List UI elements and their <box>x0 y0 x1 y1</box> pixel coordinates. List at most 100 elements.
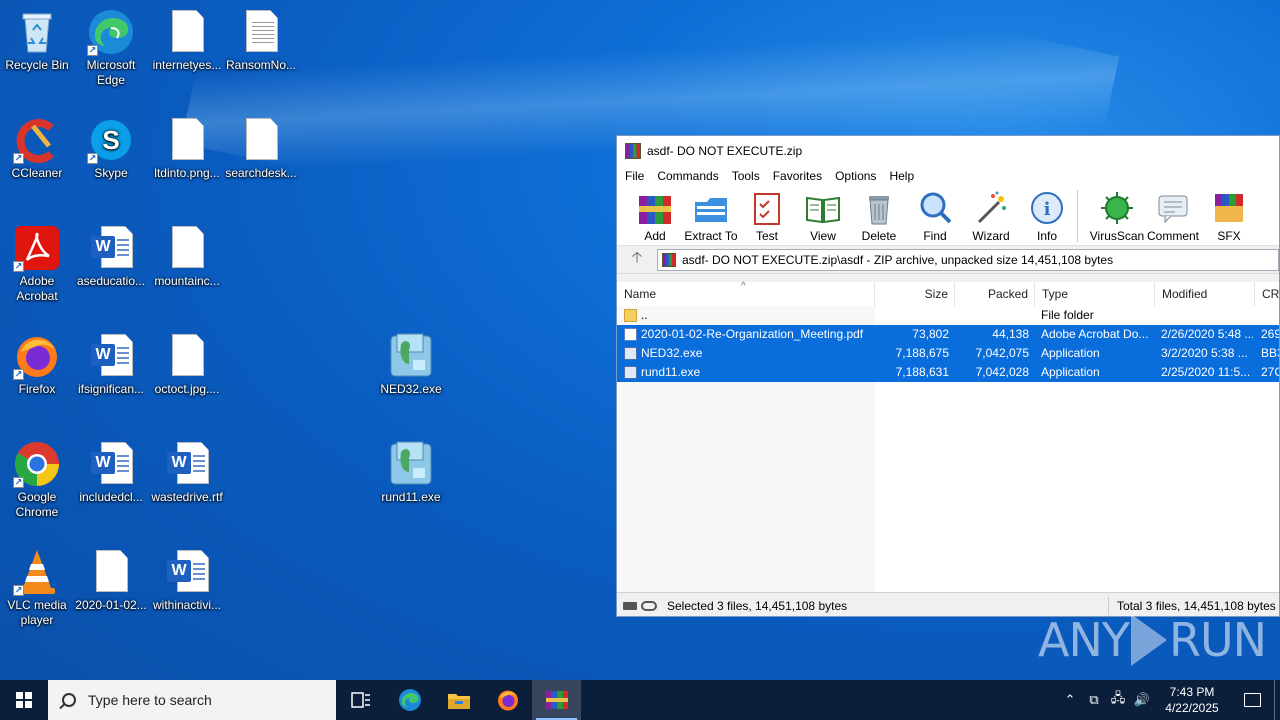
table-row[interactable]: 2020-01-02-Re-Organization_Meeting.pdf 7… <box>617 325 1279 344</box>
desktop-icon-internetyes[interactable]: internetyes... <box>150 8 224 73</box>
taskbar-file-explorer-button[interactable] <box>434 680 483 720</box>
show-hidden-icons-chevron-icon[interactable]: ⌃ <box>1058 692 1082 708</box>
desktop-icon-searchdesk[interactable]: searchdesk... <box>224 116 298 181</box>
application-exe-icon <box>387 440 435 488</box>
action-center-button[interactable] <box>1230 693 1274 707</box>
row-type: Adobe Acrobat Do... <box>1041 327 1149 341</box>
column-header-packed[interactable]: Packed <box>955 282 1035 306</box>
show-desktop-button[interactable] <box>1274 680 1280 720</box>
find-button[interactable]: Find <box>907 190 963 243</box>
blank-document-icon <box>163 332 211 380</box>
taskbar-search-box[interactable]: Type here to search <box>48 680 336 720</box>
search-placeholder: Type here to search <box>88 692 212 708</box>
taskbar-firefox-button[interactable] <box>483 680 532 720</box>
row-name: rund11.exe <box>641 365 701 379</box>
desktop-icon-includedcl[interactable]: W includedcl... <box>74 440 148 505</box>
desktop-icon-google-chrome[interactable]: ↗ Google Chrome <box>0 440 74 520</box>
meet-now-icon[interactable]: ⧉ <box>1082 692 1106 708</box>
menu-commands[interactable]: Commands <box>657 169 718 183</box>
start-button[interactable] <box>0 680 48 720</box>
desktop-icon-label: rund11.exe <box>381 490 441 504</box>
network-icon[interactable]: 🖧 <box>1106 689 1130 711</box>
folder-icon <box>447 694 470 709</box>
desktop-icon-label: CCleaner <box>11 166 63 180</box>
task-view-button[interactable] <box>336 680 385 720</box>
shortcut-arrow-icon: ↗ <box>13 477 24 488</box>
desktop-icon-mountainc[interactable]: mountainc... <box>150 224 224 289</box>
test-button[interactable]: Test <box>739 190 795 243</box>
menu-help[interactable]: Help <box>889 169 914 183</box>
shortcut-arrow-icon: ↗ <box>87 45 98 56</box>
desktop-icon-rund11[interactable]: rund11.exe <box>374 440 448 505</box>
address-path-field[interactable]: asdf- DO NOT EXECUTE.zip\asdf - ZIP arch… <box>657 248 1279 271</box>
virusscan-button[interactable]: VirusScan <box>1089 190 1145 243</box>
desktop-icon-ltdinto[interactable]: ltdinto.png... <box>150 116 224 181</box>
table-row-parent-folder[interactable]: .. File folder <box>617 306 1279 325</box>
delete-button[interactable]: Delete <box>851 190 907 243</box>
desktop-icon-label: octoct.jpg.... <box>154 382 220 396</box>
password-key-icon[interactable] <box>641 600 657 611</box>
column-header-modified[interactable]: Modified <box>1155 282 1255 306</box>
desktop-icon-wastedrive[interactable]: W wastedrive.rtf <box>150 440 224 505</box>
menu-tools[interactable]: Tools <box>732 169 760 183</box>
notifications-icon <box>1243 693 1261 707</box>
view-button[interactable]: View <box>795 190 851 243</box>
extract-to-button[interactable]: Extract To <box>683 190 739 243</box>
desktop-icon-octoct[interactable]: octoct.jpg.... <box>150 332 224 397</box>
menu-options[interactable]: Options <box>835 169 876 183</box>
desktop-icon-ned32[interactable]: NED32.exe <box>374 332 448 397</box>
taskbar-edge-button[interactable] <box>385 680 434 720</box>
toolbar: Add Extract To Test View Delete Find Wiz… <box>617 186 1279 246</box>
table-row[interactable]: rund11.exe 7,188,631 7,042,028 Applicati… <box>617 363 1279 382</box>
table-row[interactable]: NED32.exe 7,188,675 7,042,075 Applicatio… <box>617 344 1279 363</box>
menu-file[interactable]: File <box>625 169 644 183</box>
desktop-icon-firefox[interactable]: ↗ Firefox <box>0 332 74 397</box>
desktop-icon-label: Firefox <box>18 382 56 396</box>
desktop-icon-vlc[interactable]: ↗ VLC media player <box>0 548 74 628</box>
sfx-button[interactable]: SFX <box>1201 190 1257 243</box>
comment-button[interactable]: Comment <box>1145 190 1201 243</box>
row-name: 2020-01-02-Re-Organization_Meeting.pdf <box>641 327 864 341</box>
desktop-icon-recycle-bin[interactable]: Recycle Bin <box>0 8 74 73</box>
taskbar-clock[interactable]: 7:43 PM 4/22/2025 <box>1154 684 1230 716</box>
add-label: Add <box>644 229 666 243</box>
desktop-icon-label: internetyes... <box>152 58 222 72</box>
row-packed: 7,042,028 <box>975 365 1029 379</box>
desktop-icon-microsoft-edge[interactable]: ↗ Microsoft Edge <box>74 8 148 88</box>
add-button[interactable]: Add <box>627 190 683 243</box>
menu-bar: File Commands Tools Favorites Options He… <box>617 165 1279 186</box>
blank-document-icon <box>237 116 285 164</box>
row-modified: 2/26/2020 5:48 ... <box>1161 327 1253 341</box>
up-one-level-icon[interactable]: 🡡 <box>617 247 657 272</box>
desktop-icon-withinactivi[interactable]: W withinactivi... <box>150 548 224 613</box>
desktop-icon-label: Recycle Bin <box>5 58 69 72</box>
desktop-icon-adobe-acrobat[interactable]: ↗ Adobe Acrobat <box>0 224 74 304</box>
task-view-icon <box>350 692 370 708</box>
window-titlebar[interactable]: asdf- DO NOT EXECUTE.zip <box>617 136 1279 165</box>
desktop-icon-ransomnote[interactable]: RansomNo... <box>224 8 298 73</box>
taskbar-winrar-button[interactable] <box>532 680 581 720</box>
desktop: Recycle Bin ↗ CCleaner ↗ Adobe Acrobat ↗… <box>0 0 1280 680</box>
desktop-icon-skype[interactable]: S ↗ Skype <box>74 116 148 181</box>
info-button[interactable]: i Info <box>1019 190 1075 243</box>
folder-icon <box>624 309 637 322</box>
column-header-crc[interactable]: CRC <box>1255 282 1279 306</box>
wizard-button[interactable]: Wizard <box>963 190 1019 243</box>
desktop-icon-aseducatio[interactable]: W aseducatio... <box>74 224 148 289</box>
desktop-icon-label: NED32.exe <box>380 382 442 396</box>
virusscan-label: VirusScan <box>1089 229 1145 243</box>
column-header-type[interactable]: Type <box>1035 282 1155 306</box>
desktop-icon-label: withinactivi... <box>152 598 222 612</box>
pdf-file-icon <box>624 328 637 341</box>
desktop-icon-2020-01-02[interactable]: 2020-01-02... <box>74 548 148 613</box>
info-label: Info <box>1036 229 1057 243</box>
menu-favorites[interactable]: Favorites <box>773 169 822 183</box>
watermark-left-text: ANY <box>1038 613 1130 667</box>
drive-icon[interactable] <box>623 601 637 610</box>
column-header-size[interactable]: Size <box>875 282 955 306</box>
desktop-icon-ifsignifican[interactable]: W ifsignifican... <box>74 332 148 397</box>
view-label: View <box>810 229 836 243</box>
desktop-icon-ccleaner[interactable]: ↗ CCleaner <box>0 116 74 181</box>
column-header-name[interactable]: Name ^ <box>617 281 875 306</box>
volume-icon[interactable]: 🔊 <box>1130 692 1154 708</box>
